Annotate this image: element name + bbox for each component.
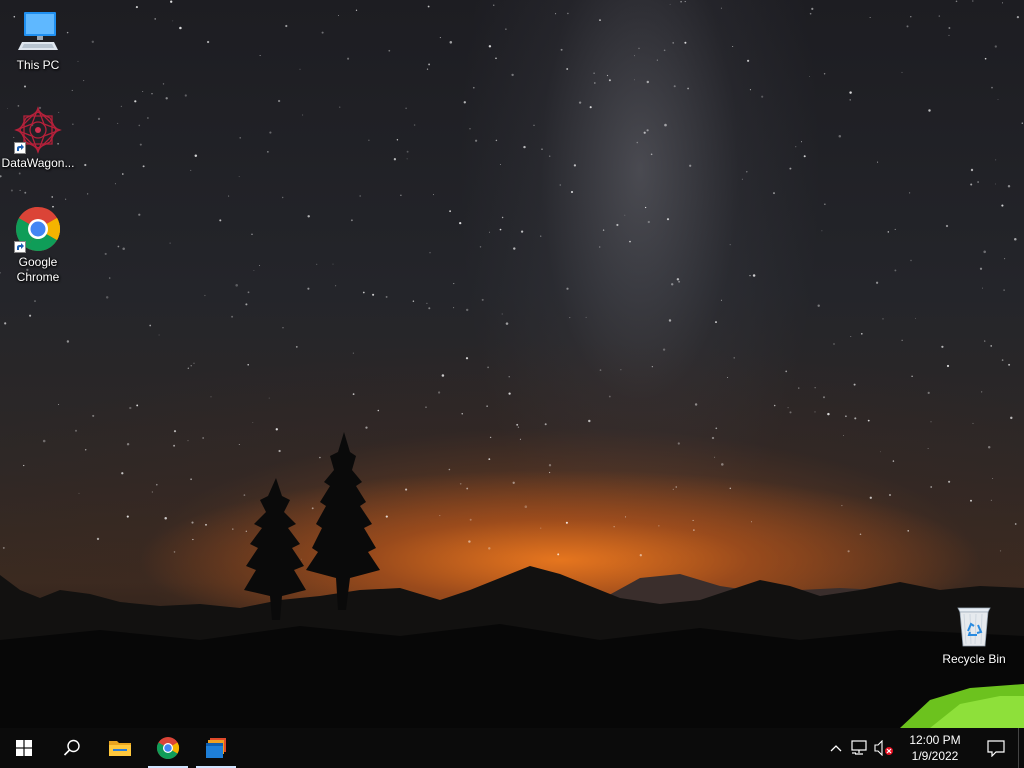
recycle-bin-icon <box>950 602 998 650</box>
desktop-icon-label: Google Chrome <box>16 255 60 284</box>
desktop-icon-recycle-bin[interactable]: Recycle Bin <box>936 602 1012 667</box>
app-window-icon <box>206 738 226 758</box>
desktop-icon-datawagon[interactable]: DataWagon... <box>0 106 76 171</box>
mountain-silhouette <box>0 432 1024 728</box>
start-button[interactable] <box>0 728 48 768</box>
desktop-icon-label: Recycle Bin <box>942 652 1006 666</box>
network-button[interactable] <box>848 728 872 768</box>
desktop-icon-this-pc[interactable]: This PC <box>0 8 76 73</box>
volume-muted-icon <box>874 740 893 756</box>
desktop-background[interactable]: This PC DataWagon... Google Chrome Recyc… <box>0 0 1024 728</box>
search-icon <box>63 739 80 756</box>
desktop-icon-label: This PC <box>16 58 60 72</box>
system-tray: 12:00 PM 1/9/2022 <box>824 728 1024 768</box>
taskbar-google-chrome[interactable] <box>144 728 192 768</box>
chevron-up-icon <box>830 745 842 752</box>
network-disconnected-icon <box>851 740 867 755</box>
windows-logo-icon <box>16 740 32 756</box>
file-explorer-icon <box>109 741 131 756</box>
show-hidden-icons-button[interactable] <box>824 728 848 768</box>
chrome-icon <box>157 737 179 759</box>
search-button[interactable] <box>48 728 96 768</box>
shortcut-arrow-icon <box>14 241 26 253</box>
desktop-icon-google-chrome[interactable]: Google Chrome <box>0 205 76 285</box>
volume-button[interactable] <box>872 728 896 768</box>
show-desktop-button[interactable] <box>1018 728 1024 768</box>
shortcut-arrow-icon <box>14 142 26 154</box>
this-pc-icon <box>14 8 62 56</box>
action-center-button[interactable] <box>974 728 1018 768</box>
taskbar-datawagon-app[interactable] <box>192 728 240 768</box>
datawagon-icon <box>14 106 62 154</box>
clock-time: 12:00 PM <box>909 733 961 747</box>
chrome-icon <box>14 205 62 253</box>
notification-icon <box>987 740 1005 757</box>
taskbar: 12:00 PM 1/9/2022 <box>0 728 1024 768</box>
clock[interactable]: 12:00 PM 1/9/2022 <box>896 728 974 768</box>
desktop-icon-label: DataWagon... <box>1 156 75 170</box>
taskbar-file-explorer[interactable] <box>96 728 144 768</box>
clock-date: 1/9/2022 <box>911 749 959 763</box>
